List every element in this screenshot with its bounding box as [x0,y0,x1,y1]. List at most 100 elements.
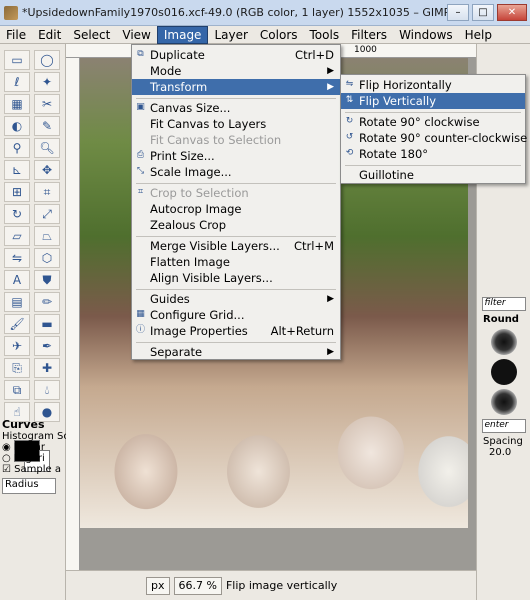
menu-item-label: Merge Visible Layers... [150,239,280,253]
vertical-ruler[interactable] [66,58,80,570]
ellipse-select-icon[interactable]: ◯ [34,50,60,70]
menu-item-shortcut: Alt+Return [270,324,334,338]
flip-tool-icon[interactable]: ⇋ [4,248,30,268]
menu-layer[interactable]: Layer [208,26,253,44]
align-icon[interactable]: ⊞ [4,182,30,202]
menu-item-label: Guillotine [359,168,414,182]
pencil-icon[interactable]: ✏ [34,292,60,312]
menu-item-image-properties[interactable]: ⓘ Image Properties Alt+Return [132,323,340,339]
eraser-icon[interactable]: ▬ [34,314,60,334]
menu-item-rotate-180[interactable]: ⟲ Rotate 180° [341,146,525,162]
menu-item-transform[interactable]: Transform ▶ [132,79,340,95]
soft-brush-icon[interactable] [490,389,517,415]
menu-item-autocrop[interactable]: Autocrop Image [132,201,340,217]
menu-item-print-size[interactable]: ⎙ Print Size... [132,148,340,164]
paintbrush-icon[interactable]: 🖌︎ [4,314,30,334]
menu-item-fit-canvas-layers[interactable]: Fit Canvas to Layers [132,116,340,132]
rotate-180-icon: ⟲ [345,148,354,158]
duplicate-icon: ⧉ [137,49,144,59]
spacing-value[interactable]: 20.0 [477,447,530,458]
text-tool-icon[interactable]: A [4,270,30,290]
close-button[interactable]: ✕ [497,4,527,21]
radius-field[interactable]: Radius [2,478,56,494]
submenu-arrow-icon: ▶ [327,82,334,92]
menu-select[interactable]: Select [67,26,116,44]
cage-tool-icon[interactable]: ⬡ [34,248,60,268]
submenu-arrow-icon: ▶ [327,294,334,304]
menu-separator [345,112,521,113]
free-select-icon[interactable]: ℓ [4,72,30,92]
paths-icon[interactable]: ✎ [34,116,60,136]
checkbox-checked-icon: ☑ [2,464,11,475]
menu-item-merge-visible[interactable]: Merge Visible Layers... Ctrl+M [132,238,340,254]
info-icon: ⓘ [135,325,145,335]
menu-item-flip-horizontally[interactable]: ⇋ Flip Horizontally [341,77,525,93]
menu-image[interactable]: Image [156,25,209,44]
linear-radio[interactable]: ◉ Linear [2,442,64,453]
round-brush-icon[interactable] [490,359,517,385]
blur-icon[interactable]: 💧︎ [34,380,60,400]
menu-item-zealous-crop[interactable]: Zealous Crop [132,217,340,233]
menu-view[interactable]: View [116,26,156,44]
measure-icon[interactable]: ⊾ [4,160,30,180]
menu-item-canvas-size[interactable]: ▣ Canvas Size... [132,100,340,116]
clone-icon[interactable]: ⎘ [4,358,30,378]
menu-item-label: Rotate 180° [359,147,429,161]
color-picker-icon[interactable]: ⚲ [4,138,30,158]
menu-windows[interactable]: Windows [393,26,459,44]
foreground-select-icon[interactable]: ◐ [4,116,30,136]
menu-bar: File Edit Select View Image Layer Colors… [0,25,530,44]
menu-item-rotate-cw[interactable]: ↻ Rotate 90° clockwise [341,114,525,130]
menu-item-flip-vertically[interactable]: ⇅ Flip Vertically [341,93,525,109]
gradient-icon[interactable]: ▤ [4,292,30,312]
heal-icon[interactable]: ✚ [34,358,60,378]
scale-tool-icon[interactable]: ⤢ [34,204,60,224]
menu-item-duplicate[interactable]: ⧉ Duplicate Ctrl+D [132,47,340,63]
menu-colors[interactable]: Colors [254,26,304,44]
airbrush-icon[interactable]: ✈ [4,336,30,356]
sample-average-checkbox[interactable]: ☑ Sample a [2,464,64,475]
bucket-fill-icon[interactable]: ⛊ [34,270,60,290]
brush-filter-field[interactable]: filter [481,297,526,311]
brush-tag-field[interactable]: enter [481,419,526,433]
menu-item-scale-image[interactable]: ⤡ Scale Image... [132,164,340,180]
menu-item-align-visible[interactable]: Align Visible Layers... [132,270,340,286]
menu-item-separate[interactable]: Separate ▶ [132,344,340,360]
menu-edit[interactable]: Edit [32,26,67,44]
zoom-icon[interactable]: 🔍︎ [34,138,60,158]
move-icon[interactable]: ✥ [34,160,60,180]
shear-tool-icon[interactable]: ▱ [4,226,30,246]
status-message: Flip image vertically [225,579,338,592]
menu-filters[interactable]: Filters [345,26,393,44]
menu-item-flatten[interactable]: Flatten Image [132,254,340,270]
menu-item-guillotine[interactable]: Guillotine [341,167,525,183]
fuzzy-brush-icon[interactable] [490,329,517,355]
canvas-size-icon: ▣ [136,102,145,112]
menu-item-label: Print Size... [150,149,215,163]
menu-item-label: Transform [150,80,208,94]
menu-item-guides[interactable]: Guides ▶ [132,291,340,307]
menu-item-configure-grid[interactable]: ▦ Configure Grid... [132,307,340,323]
scissors-icon[interactable]: ✂ [34,94,60,114]
logarithmic-radio[interactable]: ○ Logari [2,453,64,464]
rotate-tool-icon[interactable]: ↻ [4,204,30,224]
menu-item-rotate-ccw[interactable]: ↺ Rotate 90° counter-clockwise [341,130,528,146]
menu-separator [345,165,521,166]
fuzzy-select-icon[interactable]: ✦ [34,72,60,92]
menu-item-mode[interactable]: Mode ▶ [132,63,340,79]
menu-help[interactable]: Help [459,26,498,44]
perspective-tool-icon[interactable]: ⏢ [34,226,60,246]
ink-icon[interactable]: ✒ [34,336,60,356]
color-select-icon[interactable]: ▦ [4,94,30,114]
perspective-clone-icon[interactable]: ⧉ [4,380,30,400]
menu-file[interactable]: File [0,26,32,44]
menu-tools[interactable]: Tools [304,26,346,44]
menu-item-label: Image Properties [150,324,248,338]
menu-item-label: Configure Grid... [150,308,245,322]
crop-tool-icon[interactable]: ⌗ [34,182,60,202]
maximize-button[interactable]: □ [472,4,494,21]
unit-selector[interactable]: px [146,576,170,595]
rect-select-icon[interactable]: ▭ [4,50,30,70]
zoom-selector[interactable]: 66.7 % [173,576,222,595]
minimize-button[interactable]: – [447,4,469,21]
